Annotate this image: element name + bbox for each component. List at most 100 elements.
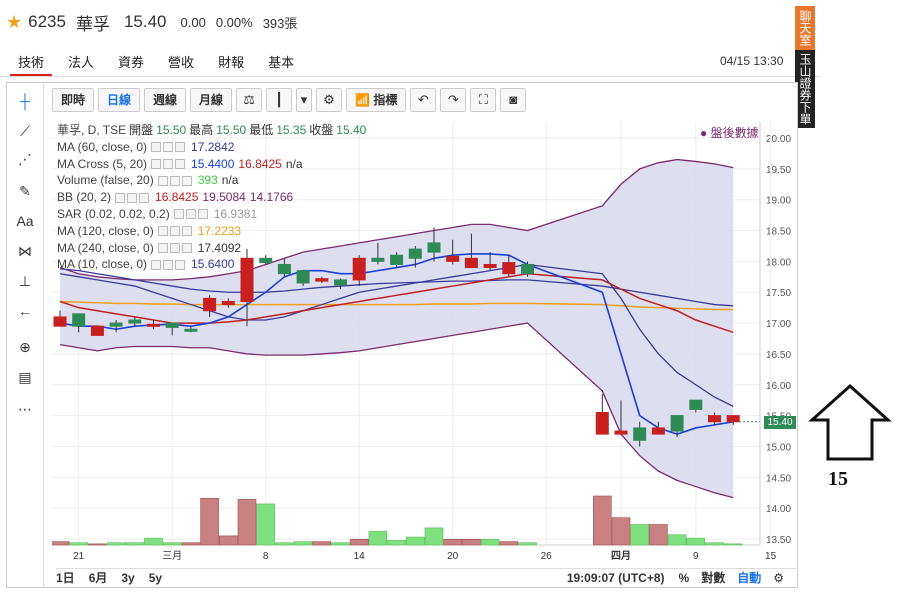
after-hours-label[interactable]: ● 盤後數據 [700, 124, 759, 141]
remove-icon[interactable] [181, 242, 192, 253]
visibility-icon[interactable] [151, 259, 162, 270]
auto-scale-toggle[interactable]: 自動 [737, 569, 761, 586]
interval-daily[interactable]: 日線 [98, 88, 141, 112]
range-3y[interactable]: 3y [121, 571, 134, 585]
brush-icon[interactable]: ✎ [14, 180, 36, 202]
settings-gear-icon[interactable]: ⚙ [773, 571, 784, 585]
tab-revenue[interactable]: 營收 [160, 48, 202, 76]
study-value: 16.9381 [213, 206, 258, 221]
legend-open: 15.50 [156, 123, 187, 137]
candle-body [315, 278, 329, 282]
tab-financials[interactable]: 財報 [210, 48, 252, 76]
study-name: MA Cross (5, 20) [57, 156, 148, 171]
remove-icon[interactable] [139, 192, 150, 203]
study-row[interactable]: BB (20, 2) 16.8425 19.5084 14.1766 [57, 189, 369, 206]
log-toggle[interactable]: 對數 [701, 569, 725, 586]
tab-basic[interactable]: 基本 [260, 48, 302, 76]
study-row[interactable]: MA (60, close, 0) 17.2842 [57, 139, 369, 156]
remove-icon[interactable] [181, 226, 192, 237]
x-tick-label: 21 [73, 551, 85, 562]
price-change: 0.00 [180, 14, 206, 30]
favorite-star-icon[interactable]: ★ [6, 12, 22, 33]
fib-tool-icon[interactable]: ⋰ [14, 148, 36, 170]
fullscreen-icon[interactable]: ⛶ [470, 88, 497, 112]
redo-icon[interactable]: ↷ [440, 88, 467, 112]
remove-icon[interactable] [181, 175, 192, 186]
visibility-icon[interactable] [157, 175, 168, 186]
measure-tool-icon[interactable]: ⊥ [14, 270, 36, 292]
ruler-icon[interactable]: ▤ [14, 366, 36, 388]
more-tools-icon[interactable]: ⋯ [14, 398, 36, 420]
volume-bar [499, 541, 519, 546]
study-list: MA (60, close, 0) 17.2842 MA Cross (5, 20)… [57, 139, 369, 273]
x-tick-label: 20 [447, 551, 459, 562]
remove-icon[interactable] [175, 259, 186, 270]
visibility-icon[interactable] [151, 158, 162, 169]
chart-type-icon[interactable]: ┃ [266, 88, 293, 112]
study-row[interactable]: MA (240, close, 0) 17.4092 [57, 240, 369, 257]
settings-icon[interactable] [169, 226, 180, 237]
interval-weekly[interactable]: 週線 [144, 88, 187, 112]
crosshair-icon[interactable]: ┼ [14, 90, 36, 112]
candle-body [483, 263, 497, 269]
study-value: 14.1766 [249, 190, 294, 205]
camera-icon[interactable]: ◙ [500, 88, 527, 112]
visibility-icon[interactable] [151, 142, 162, 153]
settings-icon[interactable] [185, 209, 196, 220]
visibility-icon[interactable] [157, 226, 168, 237]
visibility-icon[interactable] [157, 242, 168, 253]
range-1d[interactable]: 1日 [56, 569, 75, 586]
settings-icon[interactable] [169, 175, 180, 186]
legend-title-row: 華孚, D, TSE 開盤 15.50 最高 15.50 最低 15.35 收盤 15.… [57, 122, 369, 139]
visibility-icon[interactable] [115, 192, 126, 203]
settings-icon[interactable] [163, 158, 174, 169]
candle-body [502, 262, 516, 275]
volume-bar [275, 542, 294, 546]
study-name: BB (20, 2) [57, 190, 112, 205]
study-value: n/a [285, 156, 303, 171]
range-6m[interactable]: 6月 [89, 569, 108, 586]
remove-icon[interactable] [175, 142, 186, 153]
tab-institutional[interactable]: 法人 [60, 48, 102, 76]
settings-icon[interactable] [163, 259, 174, 270]
volume-bar [312, 541, 332, 546]
x-tick-label: 9 [693, 551, 699, 562]
undo-icon[interactable]: ↶ [410, 88, 437, 112]
volume-bar [106, 542, 126, 546]
settings-icon[interactable] [163, 142, 174, 153]
tab-margin[interactable]: 資券 [110, 48, 152, 76]
remove-icon[interactable] [175, 158, 186, 169]
broker-order-button[interactable]: 玉山證券下單 [795, 50, 815, 128]
interval-monthly[interactable]: 月線 [190, 88, 233, 112]
trendline-icon[interactable]: ⟋ [14, 120, 36, 142]
study-row[interactable]: Volume (false, 20) 393 n/a [57, 172, 369, 189]
compare-icon[interactable]: ⚖ [236, 88, 263, 112]
legend-symbol: 華孚, D, TSE [57, 123, 127, 137]
zoom-icon[interactable]: ⊕ [14, 336, 36, 358]
chart-type-dropdown-icon[interactable]: ▾ [296, 88, 313, 112]
pattern-tool-icon[interactable]: ⋈ [14, 240, 36, 262]
volume-bar [611, 517, 631, 546]
stock-name: 華孚 [75, 14, 110, 34]
study-row[interactable]: MA (10, close, 0) 15.6400 [57, 256, 369, 273]
settings-icon[interactable] [169, 242, 180, 253]
study-row[interactable]: MA (120, close, 0) 17.2233 [57, 223, 369, 240]
indicators-icon: 📶 [355, 93, 374, 107]
remove-icon[interactable] [197, 209, 208, 220]
study-value: 16.8425 [238, 156, 282, 171]
range-5y[interactable]: 5y [149, 571, 162, 585]
arrow-left-icon[interactable]: ← [14, 300, 36, 322]
indicators-button[interactable]: 📶 指標 [346, 88, 407, 112]
text-tool-icon[interactable]: Aa [14, 210, 36, 232]
study-row[interactable]: SAR (0.02, 0.02, 0.2) 16.9381 [57, 206, 369, 223]
interval-realtime[interactable]: 即時 [52, 88, 95, 112]
visibility-icon[interactable] [173, 209, 184, 220]
tab-technical[interactable]: 技術 [10, 48, 53, 76]
settings-gear-icon[interactable]: ⚙ [316, 88, 343, 112]
study-row[interactable]: MA Cross (5, 20) 15.4400 16.8425 n/a [57, 156, 369, 173]
x-tick-label: 14 [354, 551, 366, 562]
percent-toggle[interactable]: % [679, 571, 690, 585]
settings-icon[interactable] [127, 192, 138, 203]
chatroom-button[interactable]: 聊天室 [795, 6, 815, 50]
candle-body [334, 279, 347, 286]
